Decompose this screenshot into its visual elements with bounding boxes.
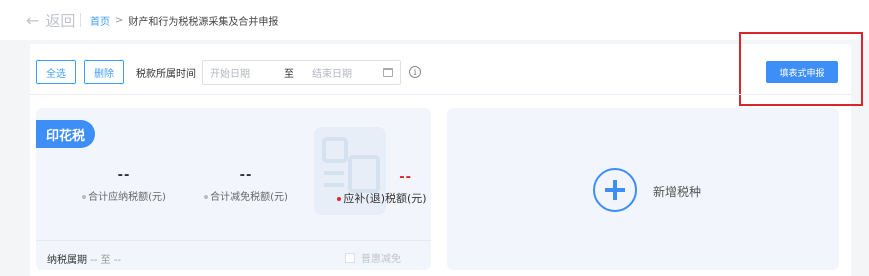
stamp-tax-card[interactable]: 印花税 -- 合计应纳税额(元) -- 合计减免税额(元) -- 应补(退)税额… xyxy=(36,108,431,270)
total-relief-value: -- xyxy=(239,168,253,183)
total-relief-label: 合计减免税额(元) xyxy=(186,188,306,203)
checkbox-label: 普惠减免 xyxy=(361,254,401,265)
back-button[interactable]: ← 返回 xyxy=(26,10,75,31)
plus-icon[interactable] xyxy=(593,168,637,212)
tax-period-label: 纳税属期 xyxy=(47,255,87,266)
total-payable-metric: -- 合计应纳税额(元) xyxy=(64,168,184,203)
info-icon[interactable]: i xyxy=(409,66,421,78)
tax-period: 纳税属期 -- 至 -- xyxy=(47,251,121,266)
date-range-picker[interactable]: 开始日期 至 结束日期 xyxy=(202,59,401,85)
back-arrow-icon: ← xyxy=(26,11,40,30)
select-all-button[interactable]: 全选 xyxy=(36,60,76,84)
delete-button[interactable]: 删除 xyxy=(84,60,124,84)
divider xyxy=(80,13,81,27)
breadcrumb: 首页 > 财产和行为税税源采集及合并申报 xyxy=(90,13,278,28)
back-label: 返回 xyxy=(45,12,76,30)
tax-period-value: -- 至 -- xyxy=(90,255,121,266)
checkbox-box[interactable] xyxy=(345,252,355,263)
breadcrumb-separator: > xyxy=(115,15,124,26)
inclusive-relief-checkbox[interactable]: 普惠减免 xyxy=(345,250,401,265)
start-date-input[interactable]: 开始日期 xyxy=(210,65,250,80)
date-range-separator: 至 xyxy=(284,68,294,80)
amount-due-metric: -- 应补(退)税额(元) xyxy=(332,170,431,206)
total-payable-label: 合计应纳税额(元) xyxy=(64,188,184,203)
calendar-icon[interactable] xyxy=(383,67,393,77)
add-tax-type-card[interactable]: 新增税种 xyxy=(447,108,839,270)
divider-line xyxy=(30,94,851,95)
end-date-input[interactable]: 结束日期 xyxy=(312,65,352,80)
form-filing-button[interactable]: 填表式申报 xyxy=(766,61,838,83)
add-tax-type-label: 新增税种 xyxy=(653,185,702,199)
card-footer: 纳税属期 -- 至 -- 普惠减免 xyxy=(36,240,431,270)
total-relief-metric: -- 合计减免税额(元) xyxy=(186,168,306,203)
toolbar: 全选 删除 税款所属时间 开始日期 至 结束日期 i xyxy=(36,58,421,86)
total-payable-value: -- xyxy=(117,168,131,183)
tax-type-tag: 印花税 xyxy=(36,120,96,148)
amount-due-label: 应补(退)税额(元) xyxy=(332,190,431,206)
amount-due-value: -- xyxy=(399,170,412,185)
breadcrumb-current: 财产和行为税税源采集及合并申报 xyxy=(128,17,279,28)
breadcrumb-home-link[interactable]: 首页 xyxy=(90,13,110,28)
tax-period-label: 税款所属时间 xyxy=(136,68,196,80)
